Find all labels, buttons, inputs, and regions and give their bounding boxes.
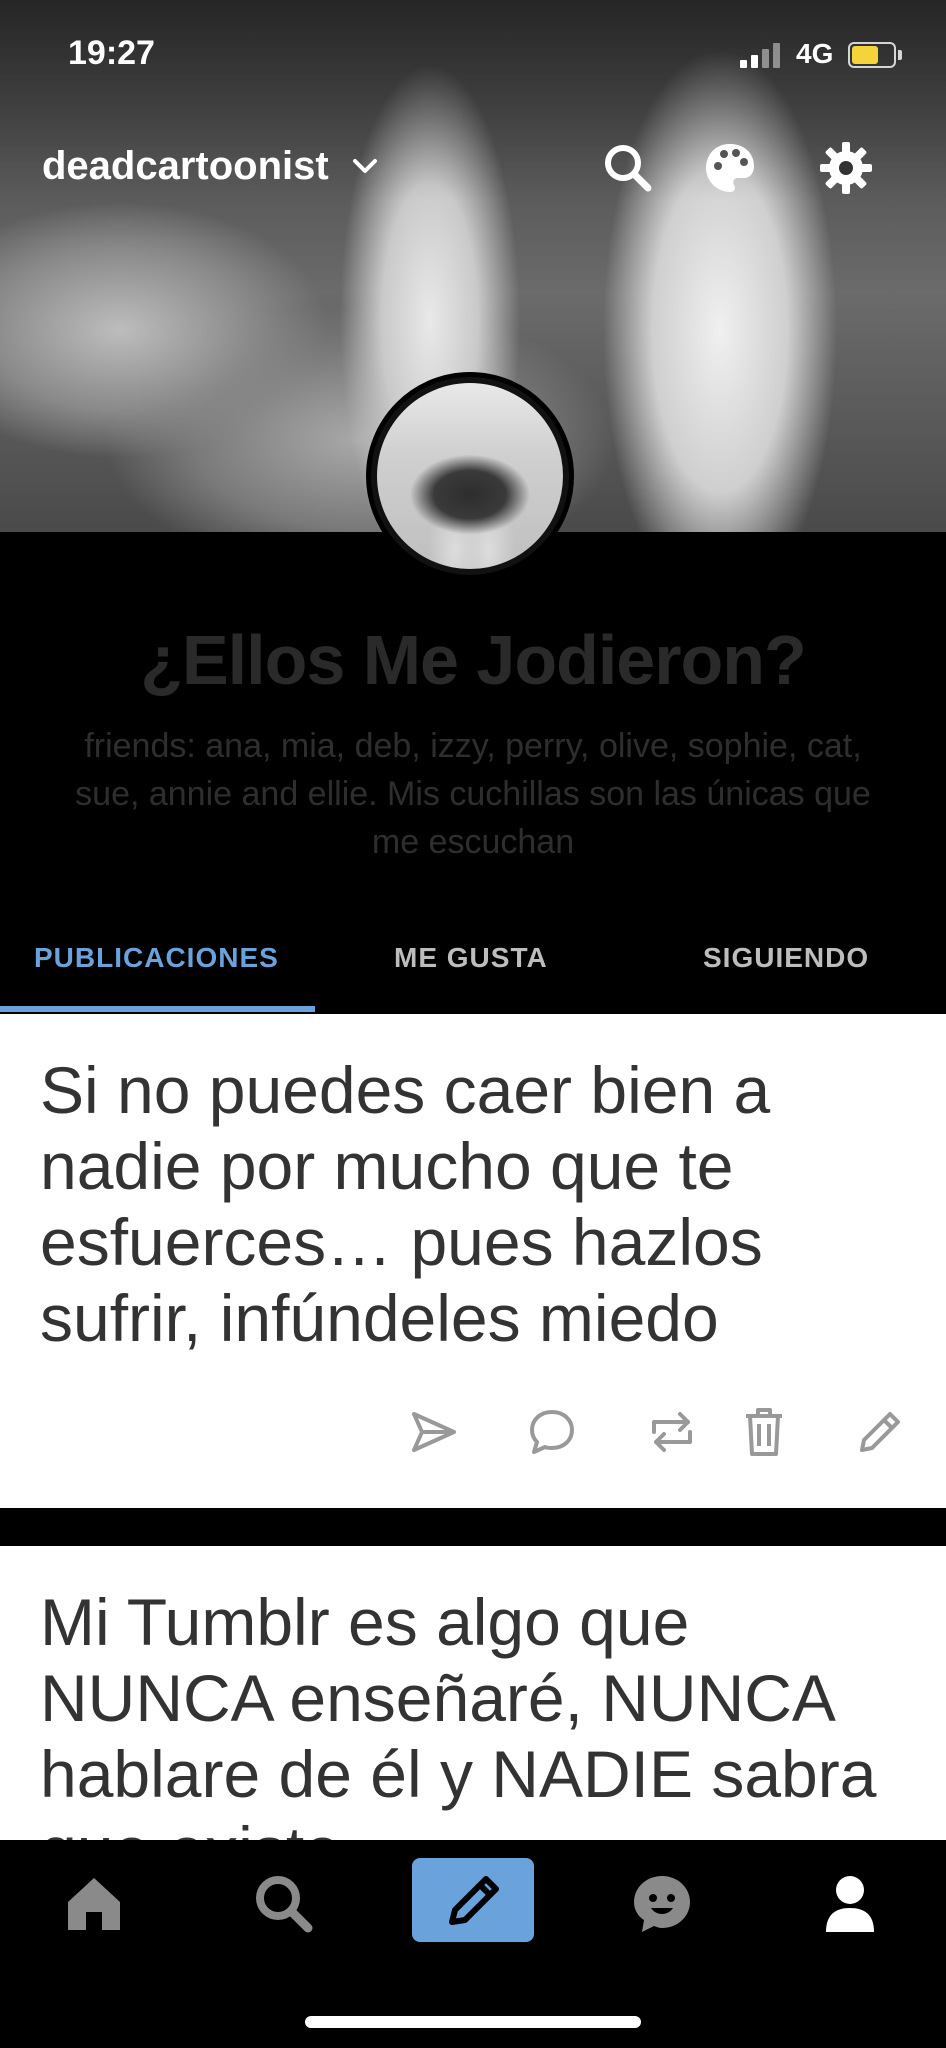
tab-publicaciones[interactable]: PUBLICACIONES	[34, 942, 279, 974]
palette-icon[interactable]	[702, 140, 758, 196]
bottom-nav	[0, 1840, 946, 2048]
chevron-down-icon	[350, 146, 380, 191]
compose-icon	[449, 1876, 499, 1925]
reply-icon[interactable]	[524, 1404, 580, 1460]
delete-icon[interactable]	[736, 1404, 792, 1460]
search-icon[interactable]	[248, 1868, 320, 1940]
search-icon[interactable]	[600, 140, 656, 196]
activity-icon[interactable]	[626, 1868, 698, 1940]
send-icon[interactable]	[406, 1404, 462, 1460]
status-time: 19:27	[68, 34, 155, 72]
post-actions	[406, 1404, 946, 1464]
post-text: Mi Tumblr es algo que NUNCA enseñaré, NU…	[40, 1585, 877, 1846]
network-label: 4G	[796, 38, 834, 69]
battery-icon	[848, 42, 902, 68]
account-icon[interactable]	[814, 1868, 886, 1940]
blog-switcher[interactable]: deadcartoonist	[42, 144, 380, 191]
profile-tabs: PUBLICACIONES ME GUSTA SIGUIENDO	[0, 930, 946, 1014]
active-tab-indicator	[0, 1006, 315, 1012]
post-card[interactable]: Mi Tumblr es algo que NUNCA enseñaré, NU…	[0, 1546, 946, 1846]
compose-button[interactable]	[412, 1858, 534, 1942]
reblog-icon[interactable]	[644, 1404, 700, 1460]
blog-description: friends: ana, mia, deb, izzy, perry, oli…	[75, 727, 871, 861]
status-bar: 19:27 4G	[0, 34, 946, 74]
top-bar: deadcartoonist	[0, 140, 946, 200]
blog-name: deadcartoonist	[42, 144, 329, 188]
tab-siguiendo[interactable]: SIGUIENDO	[703, 942, 869, 974]
edit-icon[interactable]	[852, 1404, 908, 1460]
avatar[interactable]	[366, 372, 574, 580]
post-card[interactable]: Si no puedes caer bien a nadie por mucho…	[0, 1014, 946, 1508]
home-indicator[interactable]	[305, 2016, 641, 2028]
signal-icon	[740, 42, 784, 68]
tab-me-gusta[interactable]: ME GUSTA	[394, 942, 548, 974]
gear-icon[interactable]	[818, 140, 874, 196]
post-text: Si no puedes caer bien a nadie por mucho…	[40, 1053, 771, 1355]
blog-title: ¿Ellos Me Jodieron?	[140, 621, 807, 699]
home-icon[interactable]	[58, 1868, 130, 1940]
